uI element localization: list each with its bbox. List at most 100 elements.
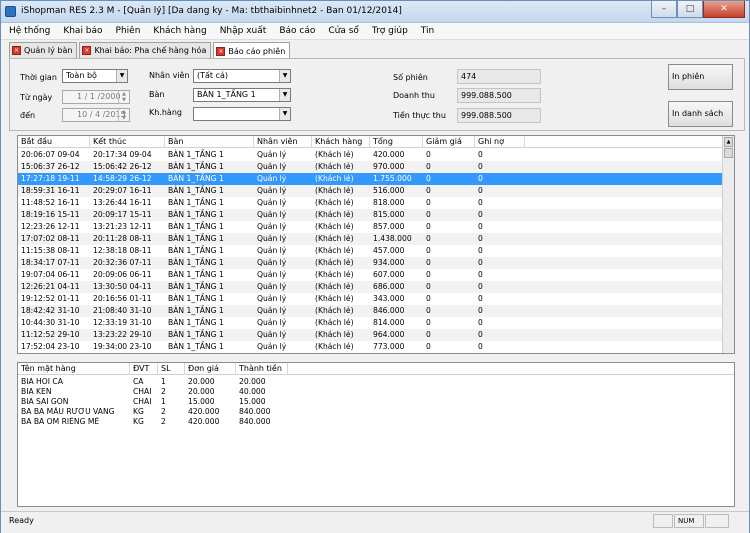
menu-import-export[interactable]: Nhập xuất	[220, 26, 267, 36]
items-grid[interactable]: Tên mặt hàng ĐVT SL Đơn giá Thành tiền BIA H…	[17, 362, 735, 507]
column-header[interactable]: SL	[158, 363, 185, 375]
table-row[interactable]: 11:48:52 16-11 13:26:44 16-11 BÀN 1_TẦNG 1…	[18, 197, 723, 209]
menu-session[interactable]: Phiên	[116, 26, 141, 36]
menu-news[interactable]: Tin	[421, 26, 434, 36]
print-list-button[interactable]: In danh sách	[668, 101, 733, 127]
scroll-up-icon[interactable]: ▲	[724, 137, 733, 147]
menu-help[interactable]: Trợ giúp	[372, 26, 408, 36]
table-cell: BÀN 1_TẦNG 1	[168, 234, 224, 243]
table-row[interactable]: 18:19:16 15-11 20:09:17 15-11 BÀN 1_TẦNG 1…	[18, 209, 723, 221]
close-tab-icon[interactable]: ×	[216, 46, 226, 56]
table-cell: 420.000	[188, 417, 220, 426]
table-row[interactable]: 18:59:31 16-11 20:29:07 16-11 BÀN 1_TẦNG 1…	[18, 185, 723, 197]
from-date-label: Từ ngày	[20, 93, 53, 102]
close-tab-icon[interactable]: ×	[82, 46, 92, 55]
tab-recipe-declaration[interactable]: × Khai báo: Pha chế hàng hóa	[79, 42, 212, 58]
column-header[interactable]: Tên mặt hàng	[18, 363, 130, 375]
list-item[interactable]: BA BA MÂU RƯƠU VANG KG 2 420.000 840.000	[18, 407, 318, 417]
from-date-picker[interactable]: 1 / 1 /2000 ▲ ▼	[62, 90, 130, 104]
table-cell: BIA HOI CA	[21, 377, 63, 386]
column-header[interactable]: Kết thúc	[90, 136, 165, 148]
table-cell: 19:12:52 01-11	[21, 294, 80, 303]
close-button[interactable]: ✕	[703, 1, 745, 18]
menu-declare[interactable]: Khai báo	[63, 26, 102, 36]
close-tab-icon[interactable]: ×	[12, 46, 21, 55]
print-session-button[interactable]: In phiên	[668, 64, 733, 90]
tab-table-management[interactable]: × Quản lý bàn	[9, 42, 78, 58]
table-row[interactable]: 12:23:26 12-11 13:21:23 12-11 BÀN 1_TẦNG 1…	[18, 221, 723, 233]
table-cell: 19:07:04 06-11	[21, 270, 80, 279]
scroll-thumb[interactable]	[724, 148, 733, 158]
table-cell: 2	[161, 387, 166, 396]
table-cell: 0	[478, 318, 483, 327]
table-cell: 457.000	[373, 246, 405, 255]
table-cell: BÀN 1_TẦNG 1	[168, 210, 224, 219]
table-cell: 0	[426, 258, 431, 267]
table-cell: 15:06:37 26-12	[21, 162, 80, 171]
column-header[interactable]: Ghi nợ	[475, 136, 525, 148]
table-row[interactable]: 19:12:52 01-11 20:16:56 01-11 BÀN 1_TẦNG 1…	[18, 293, 723, 305]
table-row[interactable]: 17:52:04 23-10 19:34:00 23-10 BÀN 1_TẦNG 1…	[18, 341, 723, 353]
list-item[interactable]: BIA KEN CHAI 2 20.000 40.000	[18, 387, 318, 397]
table-cell: (Khách lẻ)	[315, 258, 354, 267]
column-header[interactable]: Đơn giá	[185, 363, 236, 375]
revenue-value: 999.088.500	[457, 88, 541, 103]
table-row[interactable]: 12:26:21 04-11 13:30:50 04-11 BÀN 1_TẦNG 1…	[18, 281, 723, 293]
menu-reports[interactable]: Báo cáo	[279, 26, 315, 36]
table-cell: 0	[478, 186, 483, 195]
table-cell: 815.000	[373, 210, 405, 219]
table-cell: 20:29:07 16-11	[93, 186, 152, 195]
list-item[interactable]: BA BA OM RIÊNG MÊ KG 2 420.000 840.000	[18, 417, 318, 427]
to-date-picker[interactable]: 10 / 4 /2015 ▲ ▼	[62, 108, 130, 122]
staff-select[interactable]: (Tất cả) ▼	[193, 69, 291, 83]
table-cell: 420.000	[373, 150, 405, 159]
time-select[interactable]: Toàn bộ ▼	[62, 69, 128, 83]
menu-system[interactable]: Hệ thống	[9, 26, 50, 36]
table-cell: 0	[426, 222, 431, 231]
table-cell: BA BA MÂU RƯƠU VANG	[21, 407, 115, 416]
column-header[interactable]: Giảm giá	[423, 136, 475, 148]
table-cell: 0	[478, 210, 483, 219]
column-header[interactable]: Nhân viên	[254, 136, 312, 148]
menu-window[interactable]: Cửa sổ	[328, 26, 359, 36]
table-cell: BA BA OM RIÊNG MÊ	[21, 417, 100, 426]
table-row[interactable]: 18:34:17 07-11 20:32:36 07-11 BÀN 1_TẦNG 1…	[18, 257, 723, 269]
column-header[interactable]: Tổng	[370, 136, 423, 148]
column-header[interactable]: Khách hàng	[312, 136, 370, 148]
table-row[interactable]: 17:27:18 19-11 14:58:29 26-12 BÀN 1_TẦNG 1…	[18, 173, 723, 185]
menu-customer[interactable]: Khách hàng	[153, 26, 206, 36]
table-row[interactable]: 10:44:30 31-10 12:33:19 31-10 BÀN 1_TẦNG 1…	[18, 317, 723, 329]
table-cell: (Khách lẻ)	[315, 294, 354, 303]
sessions-grid[interactable]: Bắt đầu Kết thúc Bàn Nhân viên Khách hàng Tổn…	[17, 135, 735, 354]
spinner-icon[interactable]: ▲ ▼	[118, 109, 129, 121]
table-cell: 18:42:42 31-10	[21, 306, 80, 315]
table-cell: 934.000	[373, 258, 405, 267]
table-select[interactable]: BÀN 1_TẦNG 1 ▼	[193, 88, 291, 102]
tab-session-report[interactable]: × Báo cáo phiên	[213, 42, 291, 59]
sessions-scrollbar[interactable]: ▲	[722, 136, 734, 353]
table-row[interactable]: 11:15:38 08-11 12:38:18 08-11 BÀN 1_TẦNG 1…	[18, 245, 723, 257]
table-cell: Quản lý	[257, 222, 287, 231]
column-header[interactable]: Bàn	[165, 136, 254, 148]
minimize-button[interactable]: –	[651, 1, 677, 18]
table-row[interactable]: 19:07:04 06-11 20:09:06 06-11 BÀN 1_TẦNG 1…	[18, 269, 723, 281]
column-header[interactable]: ĐVT	[130, 363, 158, 375]
table-row[interactable]: 20:06:07 09-04 20:17:34 09-04 BÀN 1_TẦNG 1…	[18, 149, 723, 161]
customer-select[interactable]: ▼	[193, 107, 291, 121]
table-cell: (Khách lẻ)	[315, 186, 354, 195]
list-item[interactable]: BIA SAI GON CHAI 1 15.000 15.000	[18, 397, 318, 407]
table-row[interactable]: 18:42:42 31-10 21:08:40 31-10 BÀN 1_TẦNG 1…	[18, 305, 723, 317]
table-cell: 0	[426, 210, 431, 219]
spinner-icon[interactable]: ▲ ▼	[118, 91, 129, 103]
table-row[interactable]: 15:06:37 26-12 15:06:42 26-12 BÀN 1_TẦNG 1…	[18, 161, 723, 173]
table-row[interactable]: 17:07:02 08-11 20:11:28 08-11 BÀN 1_TẦNG 1…	[18, 233, 723, 245]
table-cell: KG	[133, 407, 144, 416]
tab-label: Quản lý bàn	[24, 46, 73, 55]
column-header[interactable]: Thành tiền	[236, 363, 288, 375]
column-header[interactable]: Bắt đầu	[18, 136, 90, 148]
list-item[interactable]: BIA HOI CA CA 1 20.000 20.000	[18, 377, 318, 387]
maximize-button[interactable]: □	[677, 1, 703, 18]
chevron-down-icon: ▼	[116, 70, 127, 82]
table-row[interactable]: 11:12:52 29-10 13:23:22 29-10 BÀN 1_TẦNG 1…	[18, 329, 723, 341]
table-cell: Quản lý	[257, 186, 287, 195]
